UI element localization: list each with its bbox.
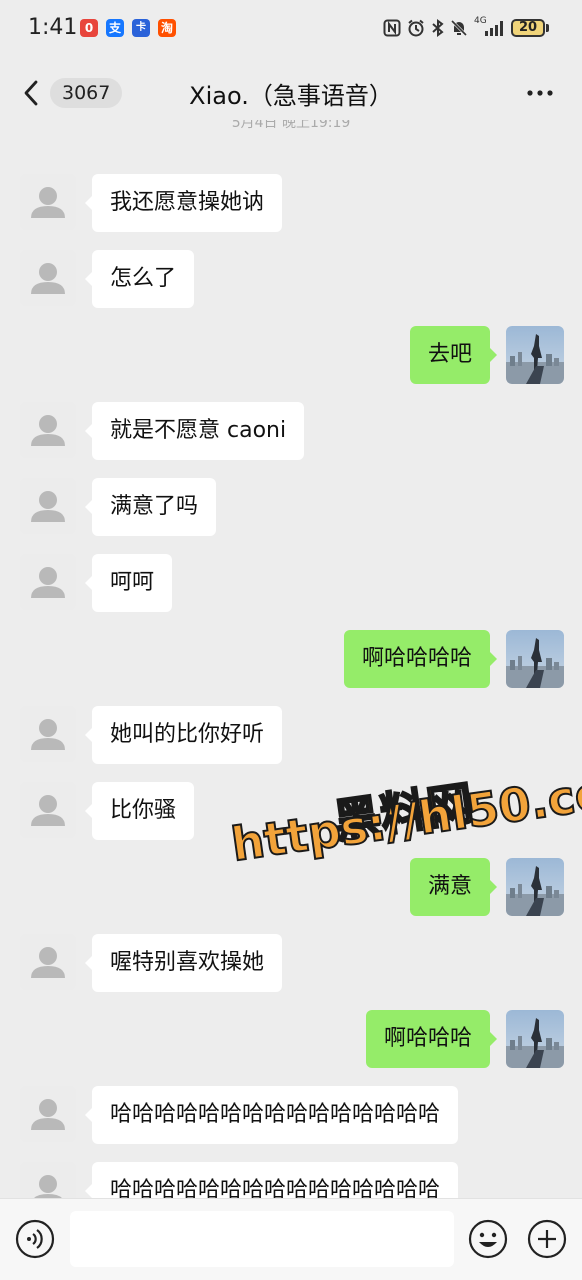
message-bubble[interactable]: 就是不愿意 caoni <box>84 402 305 460</box>
self-avatar[interactable] <box>506 630 564 688</box>
message-bubble[interactable]: 啊哈哈哈 <box>365 1010 498 1068</box>
outgoing-message: 啊哈哈哈哈 <box>0 630 582 690</box>
message-bubble[interactable]: 她叫的比你好听 <box>84 706 283 764</box>
message-bubble[interactable]: 比你骚 <box>84 782 195 840</box>
incoming-message: 满意了吗 <box>0 478 582 538</box>
incoming-message: 呵呵 <box>0 554 582 614</box>
incoming-message: 哈哈哈哈哈哈哈哈哈哈哈哈哈哈哈 <box>0 1086 582 1146</box>
battery-tip <box>546 24 549 32</box>
contact-avatar[interactable] <box>20 478 76 534</box>
default-person-icon <box>20 402 76 458</box>
default-person-icon <box>20 1162 76 1198</box>
message-bubble[interactable]: 满意了吗 <box>84 478 217 536</box>
contact-avatar[interactable] <box>20 706 76 762</box>
signal-icon <box>485 21 503 36</box>
outgoing-message: 满意 <box>0 858 582 918</box>
message-bubble[interactable]: 怎么了 <box>84 250 195 308</box>
bank-app-icon: 卡 <box>132 19 150 37</box>
status-bar: 1:41 0 支 卡 淘 4G 20 <box>0 0 582 60</box>
message-bubble[interactable]: 啊哈哈哈哈 <box>343 630 498 688</box>
contact-avatar[interactable] <box>20 174 76 230</box>
contact-avatar[interactable] <box>20 402 76 458</box>
message-bubble[interactable]: 哈哈哈哈哈哈哈哈哈哈哈哈哈哈哈 <box>84 1086 459 1144</box>
chat-header: 3067 Xiao.（急事语音） <box>0 60 582 126</box>
mute-bell-icon <box>450 19 468 37</box>
city-photo-avatar <box>506 630 564 688</box>
city-photo-avatar <box>506 858 564 916</box>
status-time: 1:41 <box>28 15 78 40</box>
incoming-message: 喔特别喜欢操她 <box>0 934 582 994</box>
message-bubble[interactable]: 喔特别喜欢操她 <box>84 934 283 992</box>
unread-count-badge: 3067 <box>50 78 123 108</box>
self-avatar[interactable] <box>506 858 564 916</box>
outgoing-message: 去吧 <box>0 326 582 386</box>
incoming-message: 我还愿意操她讷 <box>0 174 582 234</box>
message-bubble[interactable]: 哈哈哈哈哈哈哈哈哈哈哈哈哈哈哈 <box>84 1162 459 1198</box>
default-person-icon <box>20 174 76 230</box>
message-bubble[interactable]: 满意 <box>409 858 498 916</box>
contact-avatar[interactable] <box>20 554 76 610</box>
nfc-icon <box>383 19 401 37</box>
message-list[interactable]: 我还愿意操她讷 怎么了去吧就是不愿意 caoni 满意了吗呵呵啊哈哈哈哈她叫的比你好… <box>0 126 582 1198</box>
incoming-message: 怎么了 <box>0 250 582 310</box>
alipay-icon: 支 <box>106 19 124 37</box>
alarm-icon <box>408 19 424 37</box>
incoming-message: 她叫的比你好听 <box>0 706 582 766</box>
contact-avatar[interactable] <box>20 250 76 306</box>
default-person-icon <box>20 250 76 306</box>
contact-avatar[interactable] <box>20 1086 76 1142</box>
more-options-icon[interactable] <box>520 78 560 108</box>
input-bar <box>0 1198 582 1280</box>
chat-screen: 1:41 0 支 卡 淘 4G 20 3067 Xiao.（急事语音） 5月4日… <box>0 0 582 1280</box>
message-input[interactable] <box>70 1211 454 1267</box>
contact-avatar[interactable] <box>20 1162 76 1198</box>
voice-input-icon[interactable] <box>15 1219 55 1259</box>
message-bubble[interactable]: 去吧 <box>409 326 498 384</box>
message-bubble[interactable]: 我还愿意操她讷 <box>84 174 283 232</box>
outgoing-message: 啊哈哈哈 <box>0 1010 582 1070</box>
back-button[interactable]: 3067 <box>18 74 123 112</box>
city-photo-avatar <box>506 326 564 384</box>
notification-app-red-icon: 0 <box>80 19 98 37</box>
default-person-icon <box>20 1086 76 1142</box>
contact-avatar[interactable] <box>20 782 76 838</box>
plus-icon[interactable] <box>527 1219 567 1259</box>
incoming-message: 就是不愿意 caoni <box>0 402 582 462</box>
default-person-icon <box>20 478 76 534</box>
default-person-icon <box>20 934 76 990</box>
incoming-message: 哈哈哈哈哈哈哈哈哈哈哈哈哈哈哈 <box>0 1162 582 1198</box>
taobao-icon: 淘 <box>158 19 176 37</box>
self-avatar[interactable] <box>506 1010 564 1068</box>
message-bubble[interactable]: 呵呵 <box>84 554 173 612</box>
battery-indicator: 20 <box>511 19 545 37</box>
default-person-icon <box>20 706 76 762</box>
bluetooth-icon <box>432 19 444 37</box>
city-photo-avatar <box>506 1010 564 1068</box>
chevron-left-icon <box>24 80 38 106</box>
self-avatar[interactable] <box>506 326 564 384</box>
default-person-icon <box>20 554 76 610</box>
emoji-icon[interactable] <box>468 1219 508 1259</box>
contact-avatar[interactable] <box>20 934 76 990</box>
default-person-icon <box>20 782 76 838</box>
